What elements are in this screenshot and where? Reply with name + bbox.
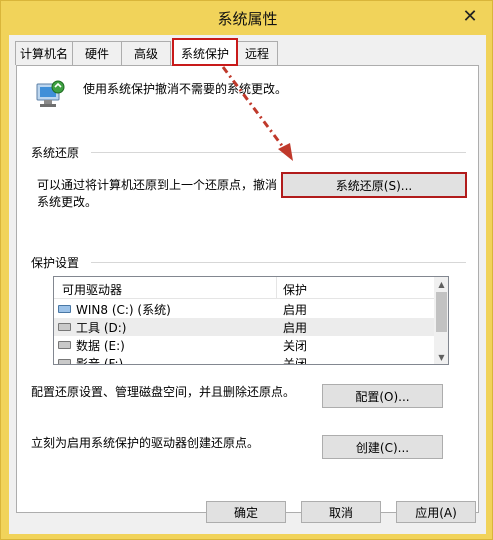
system-properties-window: 系统属性 ✕ 计算机名 硬件 高级 系统保护 远程 使用系统保护撤消不需要的系统… — [0, 0, 493, 540]
annotation-arrow-line — [221, 66, 288, 152]
annotation-arrow — [221, 66, 293, 161]
